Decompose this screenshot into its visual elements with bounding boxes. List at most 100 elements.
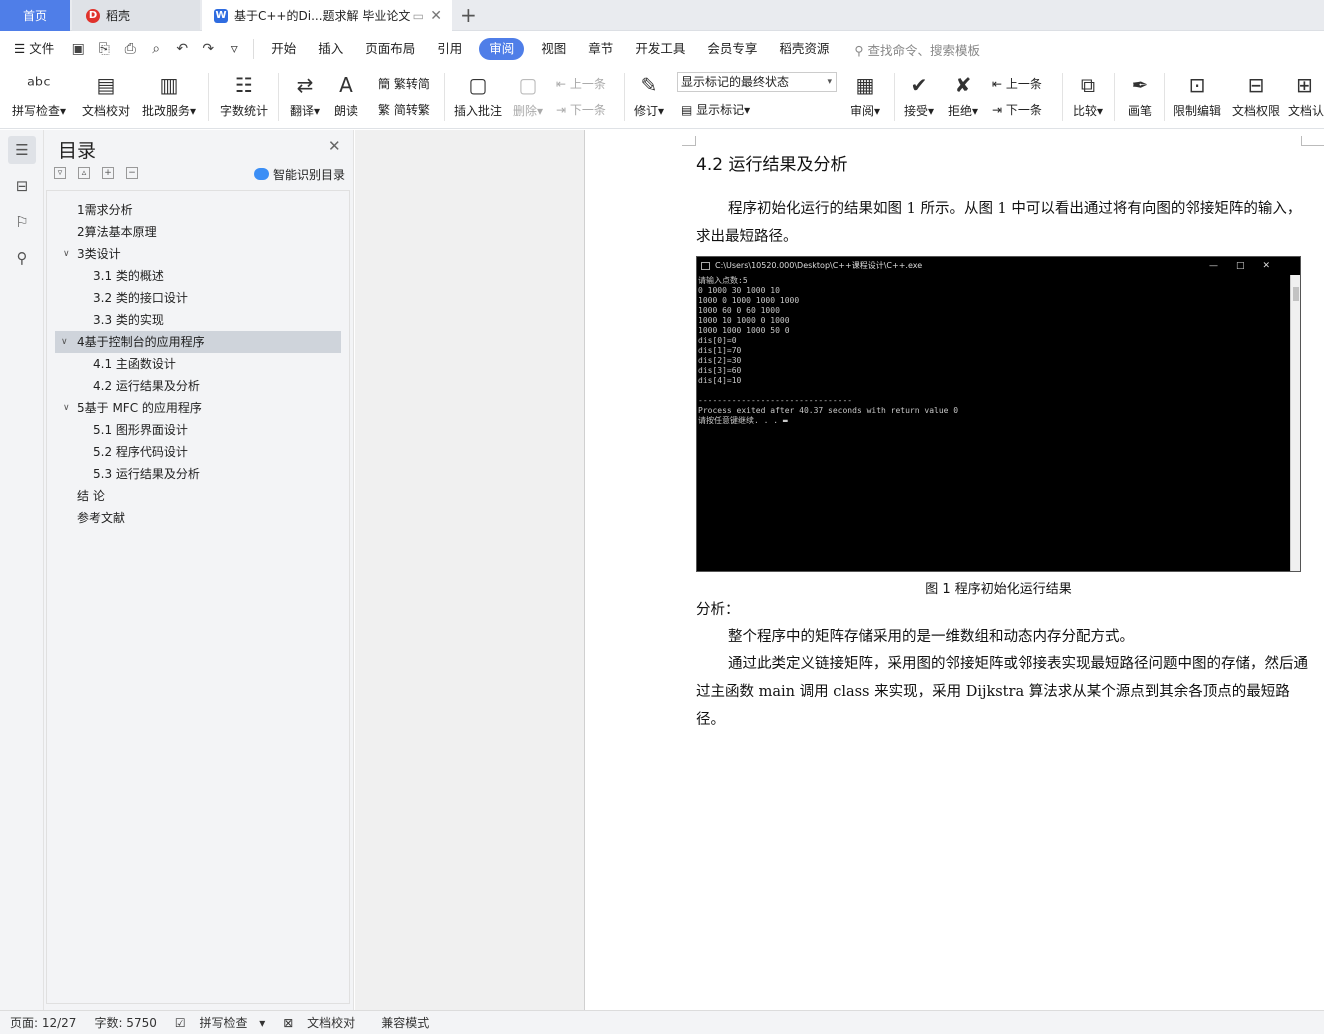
menu-review[interactable]: 审阅 <box>479 38 525 60</box>
toc-item[interactable]: 3.1 类的概述 <box>57 265 345 287</box>
wps-writer-icon: W <box>214 8 228 23</box>
page-corner-mark <box>1301 136 1324 146</box>
collapse-all-icon[interactable]: ▵ <box>78 167 90 179</box>
menu-start[interactable]: 开始 <box>260 38 307 60</box>
save-icon[interactable]: ▣ <box>69 40 87 58</box>
ribbon-separator <box>278 73 279 121</box>
trad-to-simp-button[interactable]: 簡 繁转简 <box>378 75 430 92</box>
accept-button[interactable]: ✔ 接受▾ <box>900 71 938 119</box>
menu-chapter[interactable]: 章节 <box>577 38 624 60</box>
remove-heading-icon[interactable]: − <box>126 167 138 179</box>
menu-developer[interactable]: 开发工具 <box>624 38 696 60</box>
toc-item[interactable]: ∨ 5基于 MFC 的应用程序 <box>57 397 345 419</box>
new-tab-button[interactable]: + <box>460 3 477 27</box>
review-service-button[interactable]: ▥ 批改服务▾ <box>140 71 198 119</box>
prev-change-button[interactable]: ⇤ 上一条 <box>992 75 1042 92</box>
word-count-status[interactable]: 字数: 5750 <box>94 1014 156 1031</box>
next-comment-button[interactable]: ⇥ 下一条 <box>556 101 606 118</box>
chevron-down-icon[interactable]: ∨ <box>63 397 70 419</box>
toc-item[interactable]: 3.3 类的实现 <box>57 309 345 331</box>
paragraph-method: 通过此类定义链接矩阵，采用图的邻接矩阵或邻接表实现最短路径问题中图的存储，然后通… <box>696 656 1308 728</box>
toc-item-selected[interactable]: ∨ 4基于控制台的应用程序 <box>55 331 341 353</box>
section-nav-icon[interactable]: ⊟ <box>8 172 36 200</box>
menu-daoke-resources[interactable]: 稻壳资源 <box>768 38 840 60</box>
menu-page-layout[interactable]: 页面布局 <box>354 38 426 60</box>
doc-proof-button[interactable]: ▤ 文档校对 <box>80 71 132 119</box>
close-icon[interactable]: ✕ <box>328 137 341 155</box>
pen-button[interactable]: ✒ 画笔 <box>1122 71 1158 119</box>
export-pdf-icon[interactable]: ⎘ <box>95 40 113 58</box>
ribbon-separator <box>1114 73 1115 121</box>
toc-item[interactable]: 3.2 类的接口设计 <box>57 287 345 309</box>
undo-icon[interactable]: ↶ <box>173 40 191 58</box>
console-app-icon <box>701 262 710 270</box>
next-change-icon: ⇥ <box>992 103 1006 117</box>
next-comment-icon: ⇥ <box>556 103 570 117</box>
toc-item[interactable]: 5.2 程序代码设计 <box>57 441 345 463</box>
review-pane-button[interactable]: ▦ 审阅▾ <box>846 71 884 119</box>
toc-item[interactable]: 参考文献 <box>57 507 345 529</box>
menu-file[interactable]: ☰ 文件 <box>0 38 65 60</box>
menu-view[interactable]: 视图 <box>530 38 577 60</box>
print-preview-icon[interactable]: ⌕ <box>147 40 165 58</box>
prev-comment-label: 上一条 <box>569 77 606 91</box>
toc-item[interactable]: 5.3 运行结果及分析 <box>57 463 345 485</box>
toc-item[interactable]: ∨ 3类设计 <box>57 243 345 265</box>
search-icon[interactable]: ⚲ <box>8 244 36 272</box>
reject-button[interactable]: ✘ 拒绝▾ <box>944 71 982 119</box>
toc-item[interactable]: 5.1 图形界面设计 <box>57 419 345 441</box>
tab-home[interactable]: 首页 <box>0 0 70 31</box>
track-changes-button[interactable]: ✎ 修订▾ <box>630 71 668 119</box>
insert-comment-button[interactable]: ▢ 插入批注 <box>452 71 504 119</box>
close-icon[interactable]: ✕ <box>430 8 442 24</box>
toc-icon[interactable]: ☰ <box>8 136 36 164</box>
next-change-label: 下一条 <box>1005 103 1042 117</box>
menu-insert[interactable]: 插入 <box>307 38 354 60</box>
menu-references[interactable]: 引用 <box>426 38 473 60</box>
next-change-button[interactable]: ⇥ 下一条 <box>992 101 1042 118</box>
toc-item[interactable]: 4.1 主函数设计 <box>57 353 345 375</box>
chevron-down-icon[interactable]: ∨ <box>63 243 70 265</box>
translate-button[interactable]: ⇄ 翻译▾ <box>286 71 324 119</box>
page-corner-mark <box>682 136 696 146</box>
bookmark-icon[interactable]: ⚐ <box>8 208 36 236</box>
print-icon[interactable]: ⎙ <box>121 40 139 58</box>
figure-caption: 图 1 程序初始化运行结果 <box>925 582 1072 597</box>
add-heading-icon[interactable]: + <box>102 167 114 179</box>
toc-item[interactable]: 2算法基本原理 <box>57 221 345 243</box>
toc-item[interactable]: 1需求分析 <box>57 199 345 221</box>
spell-check-status[interactable]: ☑ 拼写检查 ▾ <box>175 1014 265 1031</box>
restrict-edit-button[interactable]: ⊡ 限制编辑 <box>1170 71 1224 119</box>
doc-auth-button[interactable]: ⊞ 文档认 <box>1288 71 1324 119</box>
toc-item[interactable]: 结 论 <box>57 485 345 507</box>
ribbon-separator <box>1062 73 1063 121</box>
paragraph-storage: 整个程序中的矩阵存储采用的是一维数组和动态内存分配方式。 <box>728 629 1134 645</box>
monitor-icon[interactable]: ▭ <box>413 9 424 23</box>
doc-auth-label: 文档认 <box>1288 104 1324 118</box>
chevron-down-icon: ▾ <box>827 77 832 87</box>
word-count-button[interactable]: ☷ 字数统计 <box>218 71 270 119</box>
menu-member[interactable]: 会员专享 <box>696 38 768 60</box>
prev-change-label: 上一条 <box>1005 77 1042 91</box>
doc-proof-status[interactable]: ⊠ 文档校对 <box>283 1014 363 1031</box>
delete-comment-button[interactable]: ▢ 删除▾ <box>510 71 546 119</box>
toc-item[interactable]: 4.2 运行结果及分析 <box>57 375 345 397</box>
tab-document[interactable]: W 基于C++的Di...题求解 毕业论文 ▭ ✕ <box>202 0 452 31</box>
redo-icon[interactable]: ↷ <box>199 40 217 58</box>
read-aloud-button[interactable]: A 朗读 <box>330 71 362 119</box>
smart-toc-button[interactable]: 智能识别目录 <box>254 166 345 183</box>
expand-all-icon[interactable]: ▿ <box>54 167 66 179</box>
command-search[interactable]: ⚲ 查找命令、搜索模板 <box>854 40 980 59</box>
show-markup-button[interactable]: ▤ 显示标记▾ <box>681 101 750 118</box>
customize-dropdown-icon[interactable]: ▿ <box>225 40 243 58</box>
compare-button[interactable]: ⧉ 比较▾ <box>1068 71 1108 119</box>
markup-state-select[interactable]: 显示标记的最终状态 ▾ <box>677 72 837 92</box>
spell-check-button[interactable]: ᵃᵇᶜ 拼写检查▾ <box>10 71 68 119</box>
tab-daoke[interactable]: D 稻壳 <box>72 0 200 31</box>
doc-permission-button[interactable]: ⊟ 文档权限 <box>1230 71 1282 119</box>
compare-icon: ⧉ <box>1080 73 1096 97</box>
chevron-down-icon[interactable]: ∨ <box>61 331 68 353</box>
simp-to-trad-button[interactable]: 繁 简转繁 <box>378 101 430 118</box>
page-indicator[interactable]: 页面: 12/27 <box>10 1014 76 1031</box>
prev-comment-button[interactable]: ⇤ 上一条 <box>556 75 606 92</box>
